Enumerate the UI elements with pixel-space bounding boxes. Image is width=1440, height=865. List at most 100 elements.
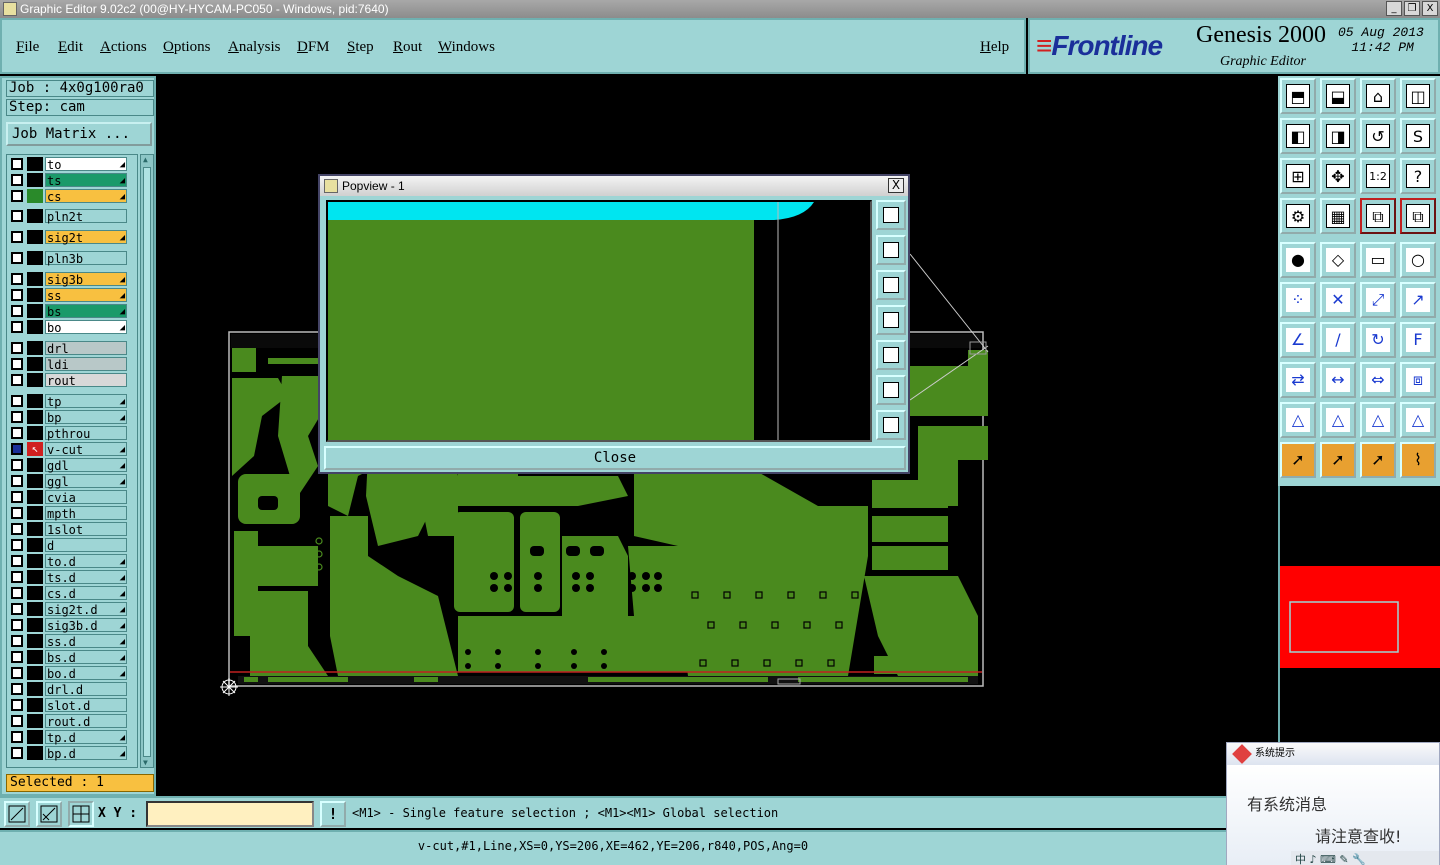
center-icon[interactable] bbox=[876, 410, 906, 440]
layer-color-swatch[interactable] bbox=[27, 288, 43, 302]
pan-right-icon[interactable]: ◨ bbox=[1320, 118, 1356, 154]
layer-menu-icon[interactable]: ◢ bbox=[120, 174, 125, 188]
layer-name[interactable]: ts.d ◢ bbox=[45, 570, 127, 585]
layer-checkbox[interactable] bbox=[11, 305, 23, 317]
measure-icon[interactable] bbox=[36, 801, 62, 827]
layer-name[interactable]: cvia bbox=[45, 490, 127, 505]
layer-checkbox[interactable] bbox=[11, 635, 23, 647]
layer-name[interactable]: sig2t.d ◢ bbox=[45, 602, 127, 617]
layer-color-swatch[interactable] bbox=[27, 230, 43, 244]
layer-row-ts.d[interactable]: ts.d ◢ bbox=[9, 570, 127, 585]
layer-name[interactable]: drl bbox=[45, 341, 127, 356]
layer-color-swatch[interactable] bbox=[27, 173, 43, 187]
layer-color-swatch[interactable] bbox=[27, 666, 43, 680]
layer-color-swatch[interactable] bbox=[27, 570, 43, 584]
cross-icon[interactable]: ✕ bbox=[1320, 282, 1356, 318]
snap-skel-icon[interactable]: △ bbox=[1400, 402, 1436, 438]
layer-color-swatch[interactable] bbox=[27, 394, 43, 408]
menu-actions[interactable]: Actions bbox=[100, 39, 147, 56]
select-cursor-icon[interactable]: ➚ bbox=[1360, 442, 1396, 478]
layer-menu-icon[interactable]: ◢ bbox=[120, 443, 125, 457]
pan-right-icon[interactable] bbox=[876, 340, 906, 370]
layer-name[interactable]: bs ◢ bbox=[45, 304, 127, 319]
layer-row-pln2t[interactable]: pln2t bbox=[9, 209, 127, 224]
layer-checkbox[interactable] bbox=[11, 747, 23, 759]
layer-name[interactable]: ts ◢ bbox=[45, 173, 127, 188]
layer-row-pthrou[interactable]: pthrou bbox=[9, 426, 127, 441]
layer-name[interactable]: pln3b bbox=[45, 251, 127, 266]
layer-name[interactable]: to.d ◢ bbox=[45, 554, 127, 569]
layer-color-swatch[interactable] bbox=[27, 373, 43, 387]
layer-checkbox[interactable] bbox=[11, 289, 23, 301]
layer-row-drl.d[interactable]: drl.d bbox=[9, 682, 127, 697]
layer-color-swatch[interactable] bbox=[27, 304, 43, 318]
layer-checkbox[interactable] bbox=[11, 210, 23, 222]
popview-close-icon[interactable]: X bbox=[888, 178, 904, 193]
zoom-out-icon[interactable] bbox=[876, 235, 906, 265]
measure-icon[interactable]: ▭ bbox=[1360, 242, 1396, 278]
layer-name[interactable]: to ◢ bbox=[45, 157, 127, 172]
layer-name[interactable]: ss.d ◢ bbox=[45, 634, 127, 649]
layer-checkbox[interactable] bbox=[11, 252, 23, 264]
select-net-icon[interactable]: ⌇ bbox=[1400, 442, 1436, 478]
layer-row-bo.d[interactable]: bo.d ◢ bbox=[9, 666, 127, 681]
zoom-home-icon[interactable]: ⬓ bbox=[1320, 78, 1356, 114]
layer-menu-icon[interactable]: ◢ bbox=[120, 305, 125, 319]
layer-name[interactable]: ggl ◢ bbox=[45, 474, 127, 489]
layer-color-swatch[interactable] bbox=[27, 209, 43, 223]
help-icon[interactable]: ? bbox=[1400, 158, 1436, 194]
layer-row-bs[interactable]: bs ◢ bbox=[9, 304, 127, 319]
home-icon[interactable]: ⌂ bbox=[1360, 78, 1396, 114]
layer-name[interactable]: ldi bbox=[45, 357, 127, 372]
layer-checkbox[interactable] bbox=[11, 459, 23, 471]
menu-rout[interactable]: Rout bbox=[393, 39, 422, 56]
layer-row-drl[interactable]: drl bbox=[9, 341, 127, 356]
layer-checkbox[interactable] bbox=[11, 539, 23, 551]
layer-checkbox[interactable] bbox=[11, 555, 23, 567]
menu-dfm[interactable]: DFM bbox=[297, 39, 330, 56]
scroll-down-icon[interactable]: ▼ bbox=[143, 758, 148, 767]
add-hole-icon[interactable]: ○ bbox=[1400, 242, 1436, 278]
layer-row-mpth[interactable]: mpth bbox=[9, 506, 127, 521]
layer-name[interactable]: gdl ◢ bbox=[45, 458, 127, 473]
layer-row-sig2t[interactable]: sig2t ◢ bbox=[9, 230, 127, 245]
select-icon[interactable]: ➚ bbox=[1280, 442, 1316, 478]
layer-name[interactable]: cs.d ◢ bbox=[45, 586, 127, 601]
layer-row-cs.d[interactable]: cs.d ◢ bbox=[9, 586, 127, 601]
layer-row-bp[interactable]: bp ◢ bbox=[9, 410, 127, 425]
alert-button[interactable]: ! bbox=[320, 801, 346, 827]
layer-color-swatch[interactable] bbox=[27, 714, 43, 728]
layer-menu-icon[interactable]: ◢ bbox=[120, 475, 125, 489]
layer-name[interactable]: bp ◢ bbox=[45, 410, 127, 425]
layer-name[interactable]: pln2t bbox=[45, 209, 127, 224]
layer-checkbox[interactable] bbox=[11, 731, 23, 743]
add-arc-icon[interactable]: ⤢ bbox=[1360, 282, 1396, 318]
layer-color-swatch[interactable] bbox=[27, 522, 43, 536]
zoom-fit-icon[interactable] bbox=[876, 375, 906, 405]
layer-color-swatch[interactable] bbox=[27, 251, 43, 265]
layer-menu-icon[interactable]: ◢ bbox=[120, 158, 125, 172]
layer-row-rout[interactable]: rout bbox=[9, 373, 127, 388]
layer-color-swatch[interactable] bbox=[27, 554, 43, 568]
grid-icon[interactable]: ▦ bbox=[1320, 198, 1356, 234]
menu-analysis[interactable]: Analysis bbox=[228, 39, 281, 56]
layer-row-bp.d[interactable]: bp.d ◢ bbox=[9, 746, 127, 761]
layer-checkbox[interactable] bbox=[11, 358, 23, 370]
layer-checkbox[interactable] bbox=[11, 395, 23, 407]
ime-tray[interactable]: 中 ♪ ⌨ ✎ 🔧 bbox=[1291, 851, 1439, 865]
layer-menu-icon[interactable]: ◢ bbox=[120, 555, 125, 569]
layer-color-swatch[interactable] bbox=[27, 586, 43, 600]
undo-view-icon[interactable]: ↺ bbox=[1360, 118, 1396, 154]
layer-name[interactable]: d bbox=[45, 538, 127, 553]
layer-checkbox[interactable] bbox=[11, 158, 23, 170]
layer-name[interactable]: bp.d ◢ bbox=[45, 746, 127, 761]
layer-row-ggl[interactable]: ggl ◢ bbox=[9, 474, 127, 489]
layer-checkbox[interactable] bbox=[11, 475, 23, 487]
popview-titlebar[interactable]: Popview - 1 X bbox=[320, 176, 908, 196]
layer-checkbox[interactable] bbox=[11, 667, 23, 679]
layer-checkbox[interactable] bbox=[11, 683, 23, 695]
settings-icon[interactable]: ⚙ bbox=[1280, 198, 1316, 234]
zoom-in-icon[interactable] bbox=[876, 200, 906, 230]
popview-canvas[interactable] bbox=[326, 200, 872, 442]
layer-row-ts[interactable]: ts ◢ bbox=[9, 173, 127, 188]
